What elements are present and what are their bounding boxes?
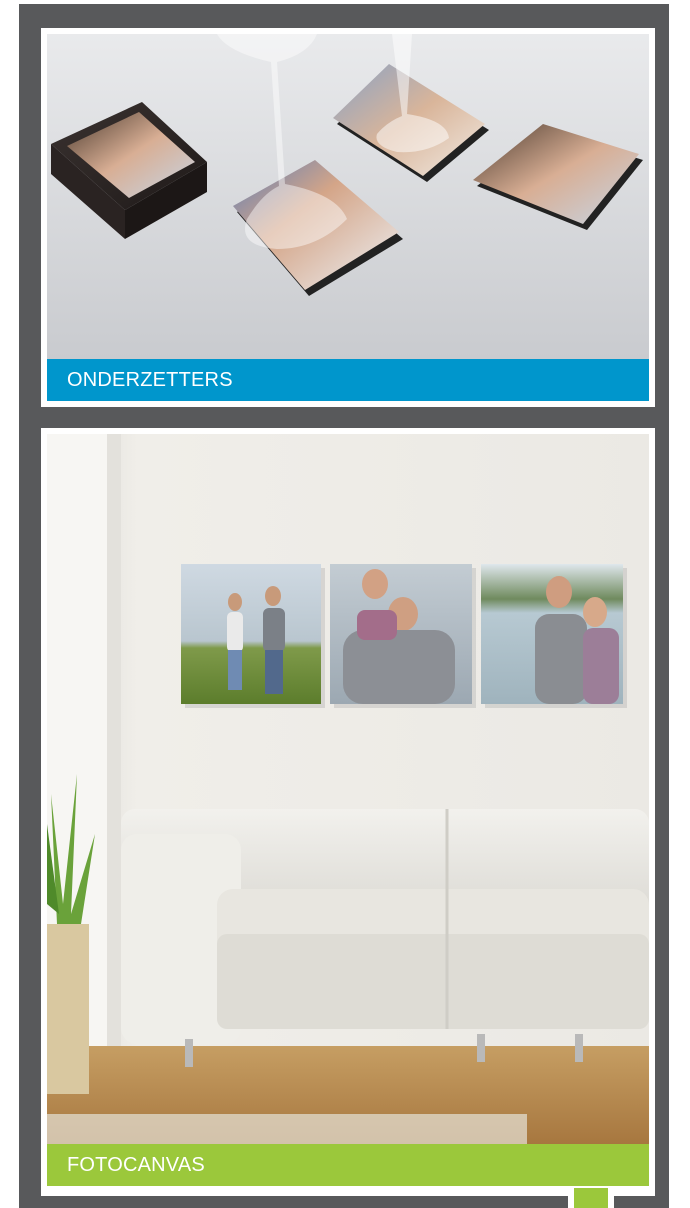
fotocanvas-label: FOTOCANVAS [67, 1153, 205, 1176]
fotocanvas-photo [47, 434, 649, 1144]
onderzetters-label-bar[interactable]: ONDERZETTERS [47, 359, 649, 401]
product-card-fotocanvas[interactable]: FOTOCANVAS [41, 428, 655, 1196]
page-frame: ONDERZETTERS FOTOCANVAS [19, 4, 669, 1208]
product-card-onderzetters[interactable]: ONDERZETTERS [41, 28, 655, 407]
fotocanvas-label-bar[interactable]: FOTOCANVAS [47, 1144, 649, 1186]
page-indicator-tab [568, 1188, 614, 1208]
page-indicator-fill [574, 1188, 608, 1208]
onderzetters-label: ONDERZETTERS [67, 368, 233, 391]
coasters-photo [47, 34, 649, 359]
